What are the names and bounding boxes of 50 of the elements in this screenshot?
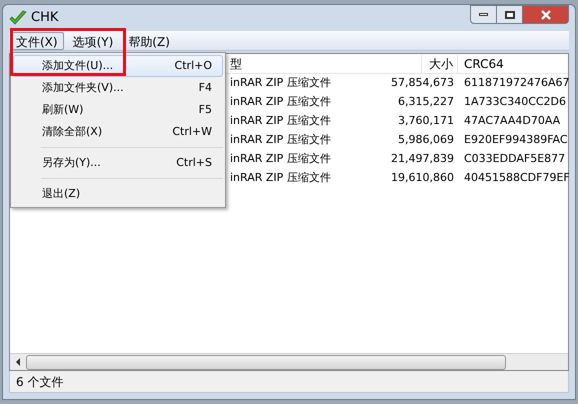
table-cell-text: inRAR ZIP 压缩文件 — [229, 170, 332, 186]
menu-option[interactable]: 添加文件(U)... Ctrl+O — [13, 55, 223, 77]
table-cell-text: E920EF994389FAC — [463, 132, 568, 148]
shortcut-label: Ctrl+O — [174, 58, 212, 74]
maximize-button[interactable] — [497, 5, 523, 24]
minimize-button[interactable] — [470, 5, 497, 24]
shortcut-label: Ctrl+S — [176, 154, 212, 171]
table-cell-text: 57,854,673 — [390, 75, 455, 92]
menu-option-label: 清除全部(X) — [42, 124, 104, 140]
table-cell-text: C033EDDAF5E877 — [463, 151, 566, 168]
menu-option[interactable]: 刷新(W) F5 — [13, 99, 223, 121]
close-button[interactable] — [523, 5, 569, 24]
menu-option-label: 添加文件夹(V)... — [42, 80, 125, 96]
table-cell-text: 19,610,860 — [390, 170, 455, 186]
column-header[interactable]: CRC64 — [458, 54, 504, 72]
table-cell-text: 3,760,171 — [397, 113, 455, 130]
table-cell-text: 47AC7AA4D70AA — [463, 113, 560, 130]
scrollbar-thumb[interactable] — [26, 354, 506, 370]
menu-item[interactable]: 帮助(Z) — [122, 32, 176, 50]
menu-option-label: 添加文件(U)... — [42, 58, 114, 74]
menu-option-label: 刷新(W) — [42, 102, 84, 118]
shortcut-label: F5 — [198, 102, 212, 118]
table-cell-text: 6,315,227 — [397, 94, 455, 110]
table-cell-text: 1A733C340CC2D6 — [463, 94, 566, 110]
menu-item[interactable]: 选项(Y) — [66, 32, 120, 50]
menu-option[interactable]: 另存为(Y)... Ctrl+S — [13, 152, 223, 174]
checkmark-icon — [9, 10, 27, 26]
table-cell-text: 611871972476A67 — [463, 75, 570, 92]
shortcut-label: Ctrl+W — [172, 124, 212, 140]
column-header[interactable]: 大小 — [422, 54, 458, 72]
menu-item[interactable]: 文件(X) — [10, 32, 64, 50]
menu-option-label: 另存为(Y)... — [42, 154, 102, 171]
shortcut-label: F4 — [198, 80, 212, 96]
table-cell-text: 21,497,839 — [390, 151, 455, 168]
table-cell-text: inRAR ZIP 压缩文件 — [229, 151, 332, 168]
close-icon — [540, 10, 550, 20]
table-cell-text: inRAR ZIP 压缩文件 — [229, 94, 332, 110]
table-cell-text: inRAR ZIP 压缩文件 — [229, 75, 332, 92]
menu-option[interactable]: 添加文件夹(V)... F4 — [13, 77, 223, 99]
window-title: CHK — [31, 9, 58, 28]
column-header[interactable]: 型 — [228, 54, 422, 72]
table-cell-text: inRAR ZIP 压缩文件 — [229, 132, 332, 148]
status-text: 6 个文件 — [16, 374, 64, 390]
menu-option[interactable]: 清除全部(X) Ctrl+W — [13, 121, 223, 143]
menu-option-label: 退出(Z) — [42, 186, 82, 202]
table-cell-text: 40451588CDF79EF — [463, 170, 570, 186]
table-cell-text: 5,986,069 — [397, 132, 455, 148]
table-cell-text: inRAR ZIP 压缩文件 — [229, 113, 332, 130]
horizontal-scrollbar[interactable] — [10, 353, 568, 370]
menu-option[interactable]: 退出(Z) — [13, 183, 223, 205]
